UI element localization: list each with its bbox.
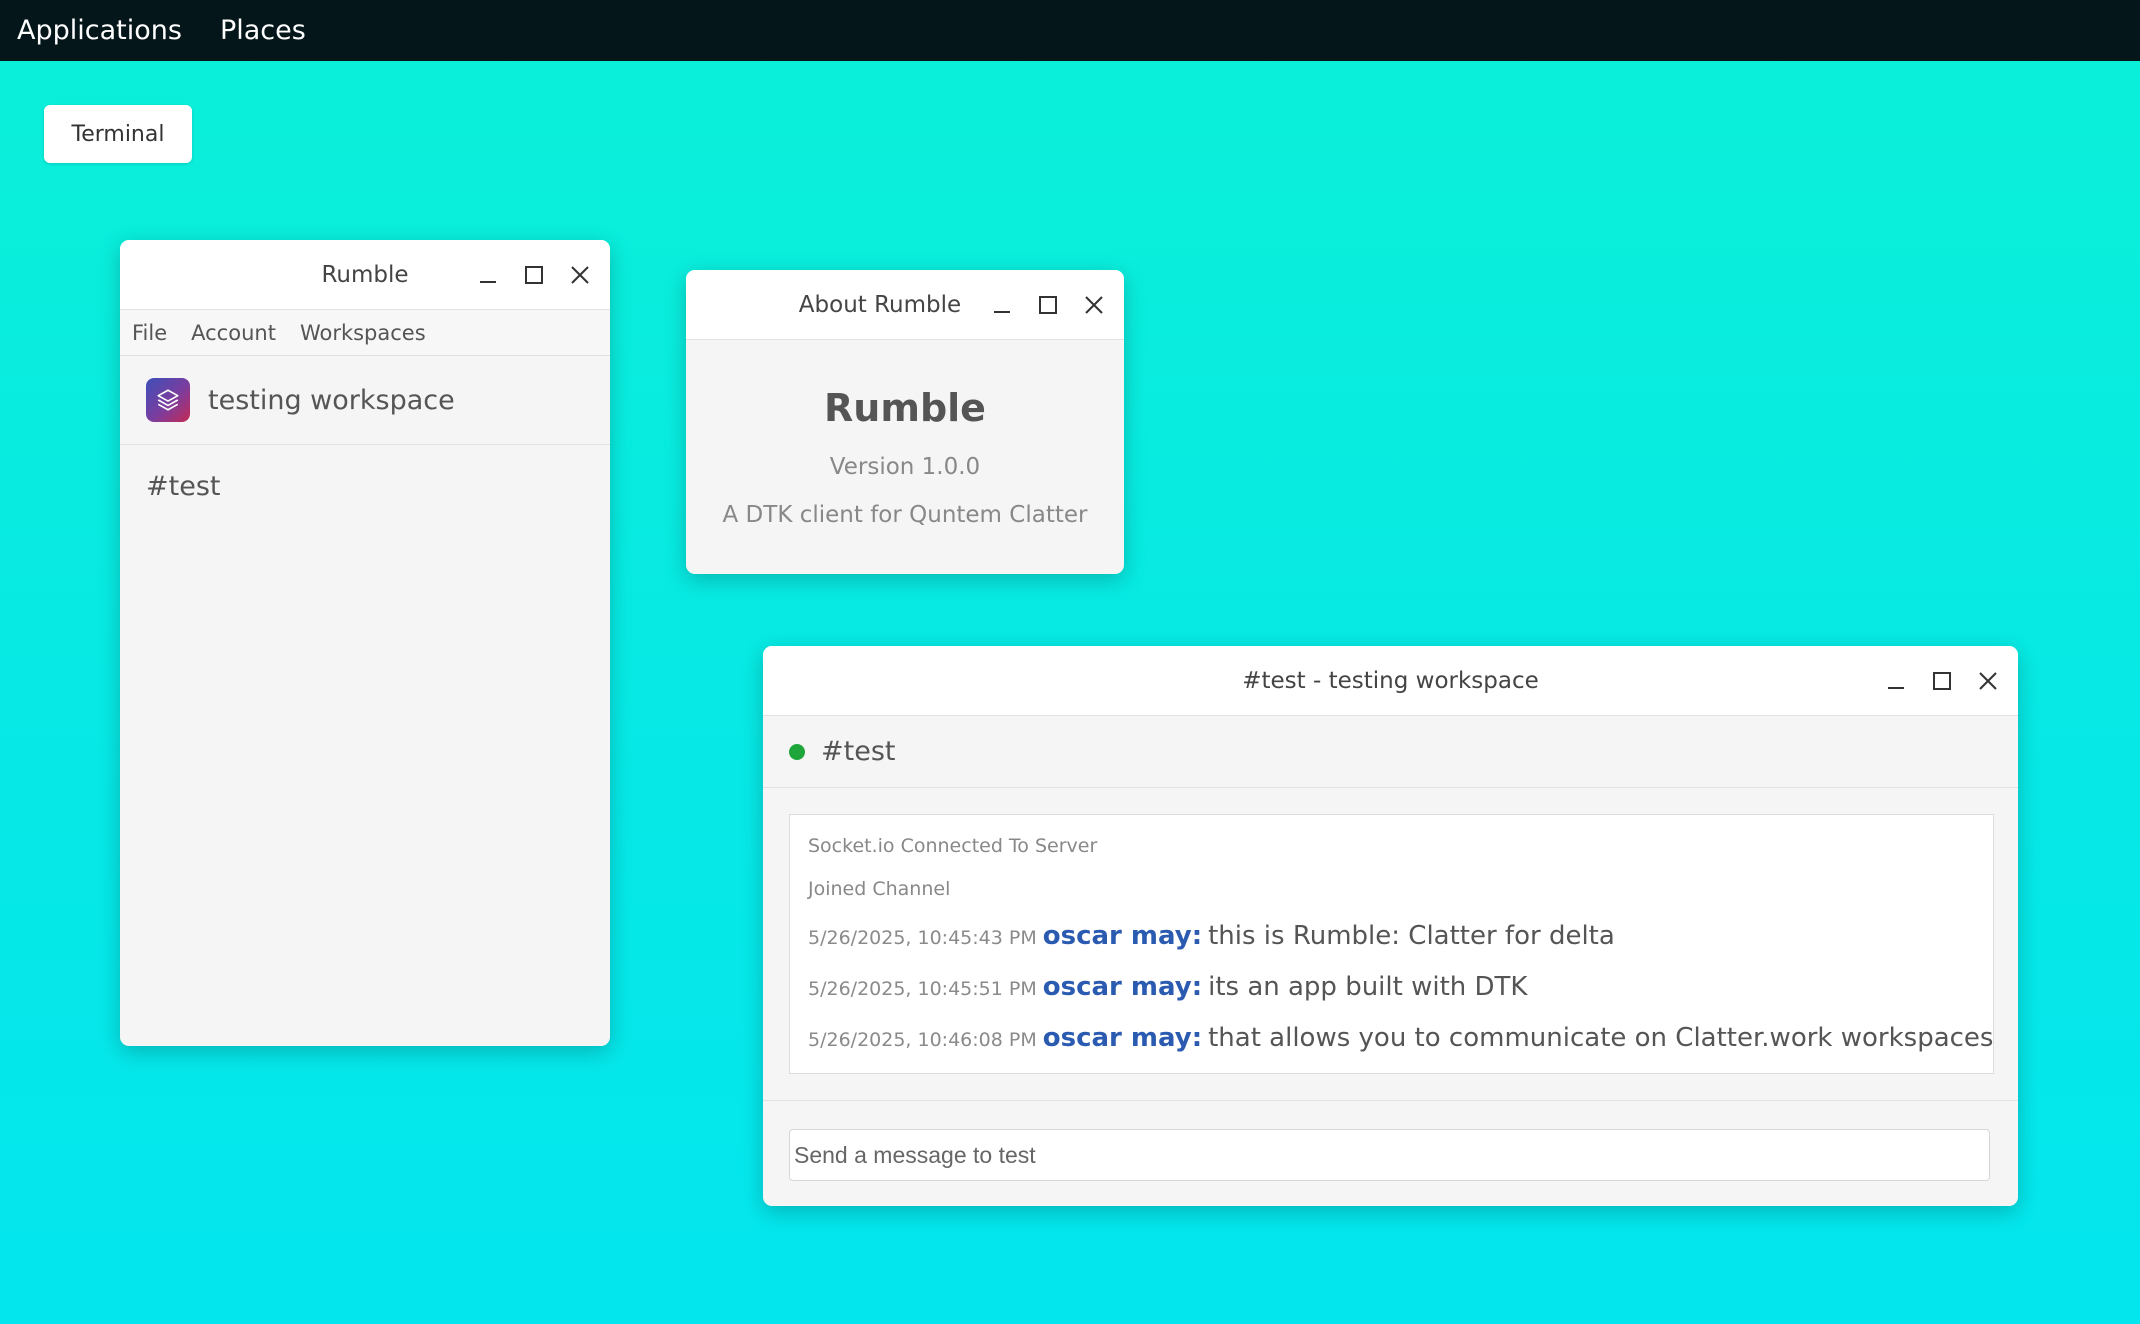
message-list[interactable]: Socket.io Connected To Server Joined Cha… xyxy=(789,814,1994,1074)
channel-name: #test xyxy=(821,736,896,767)
account-menu[interactable]: Account xyxy=(191,321,276,345)
layers-icon xyxy=(146,378,190,422)
about-app-name: Rumble xyxy=(824,386,986,430)
menubar: File Account Workspaces xyxy=(120,310,610,356)
chat-message: 5/26/2025, 10:45:51 PM oscar may: its an a… xyxy=(808,962,1975,1013)
places-menu[interactable]: Places xyxy=(220,15,306,46)
system-message: Socket.io Connected To Server xyxy=(808,835,1098,857)
minimize-icon[interactable] xyxy=(476,263,500,287)
main-titlebar[interactable]: Rumble xyxy=(120,240,610,310)
composer-divider xyxy=(763,1100,2018,1101)
window-title: Rumble xyxy=(321,261,409,288)
workspace-header[interactable]: testing workspace xyxy=(120,356,610,445)
about-titlebar[interactable]: About Rumble xyxy=(686,270,1124,340)
terminal-task-button[interactable]: Terminal xyxy=(44,105,192,163)
file-menu[interactable]: File xyxy=(132,321,167,345)
message-author: oscar may: xyxy=(1042,972,1203,1002)
about-body: Rumble Version 1.0.0 A DTK client for Qu… xyxy=(686,340,1124,528)
about-window: About Rumble Rumble Version 1.0.0 A DTK … xyxy=(686,270,1124,574)
window-title: About Rumble xyxy=(798,291,962,318)
close-icon[interactable] xyxy=(1082,293,1106,317)
chat-message: 5/26/2025, 10:45:43 PM oscar may: this is … xyxy=(808,911,1975,962)
message-author: oscar may: xyxy=(1042,921,1203,951)
chat-window: #test - testing workspace #test Socket.i… xyxy=(763,646,2018,1206)
message-timestamp: 5/26/2025, 10:45:51 PM xyxy=(808,978,1037,1000)
message-text: that allows you to communicate on Clatte… xyxy=(1208,1023,1994,1053)
minimize-icon[interactable] xyxy=(1884,669,1908,693)
online-status-dot xyxy=(789,743,805,760)
maximize-icon[interactable] xyxy=(1036,293,1060,317)
applications-menu[interactable]: Applications xyxy=(17,15,182,46)
maximize-icon[interactable] xyxy=(522,263,546,287)
message-input[interactable] xyxy=(789,1129,1990,1181)
message-timestamp: 5/26/2025, 10:46:08 PM xyxy=(808,1029,1037,1051)
minimize-icon[interactable] xyxy=(990,293,1014,317)
window-title: #test - testing workspace xyxy=(1242,667,1539,694)
chat-titlebar[interactable]: #test - testing workspace xyxy=(763,646,2018,716)
rumble-main-window: Rumble File Account Workspaces testing w… xyxy=(120,240,610,1046)
system-message: Joined Channel xyxy=(808,878,951,900)
about-version: Version 1.0.0 xyxy=(829,454,981,480)
chat-message: 5/26/2025, 10:46:08 PM oscar may: that all… xyxy=(808,1013,1993,1064)
maximize-icon[interactable] xyxy=(1930,669,1954,693)
message-text: this is Rumble: Clatter for delta xyxy=(1208,921,1615,951)
message-author: oscar may: xyxy=(1042,1023,1203,1053)
workspaces-menu[interactable]: Workspaces xyxy=(300,321,426,345)
about-description: A DTK client for Quntem Clatter xyxy=(722,502,1088,528)
close-icon[interactable] xyxy=(1976,669,2000,693)
message-timestamp: 5/26/2025, 10:45:43 PM xyxy=(808,927,1037,949)
channel-item-test[interactable]: #test xyxy=(120,445,220,502)
channel-header: #test xyxy=(763,716,2018,788)
top-panel: Applications Places xyxy=(0,0,2140,61)
close-icon[interactable] xyxy=(568,263,592,287)
message-text: its an app built with DTK xyxy=(1208,972,1528,1002)
workspace-name: testing workspace xyxy=(208,384,455,416)
